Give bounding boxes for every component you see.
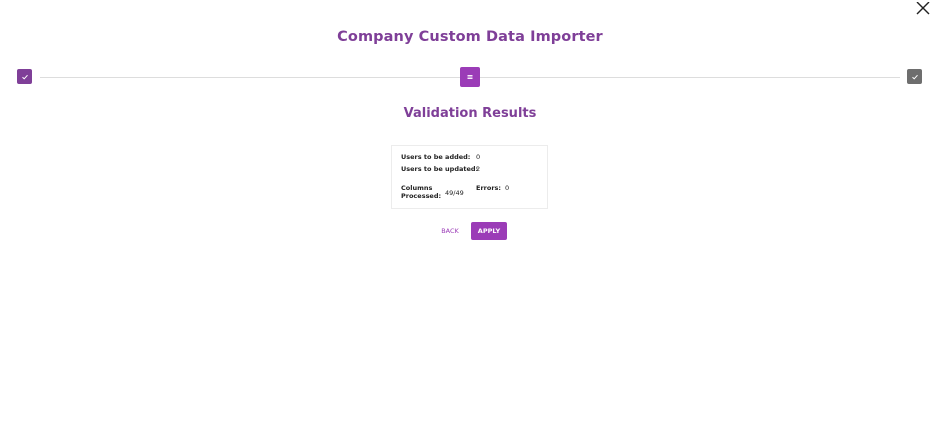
step-1-completed [17,69,32,84]
users-added-label: Users to be added: [401,153,471,161]
back-button[interactable]: BACK [434,225,466,237]
users-added-value: 0 [476,153,481,161]
validation-heading: Validation Results [403,106,537,121]
check-icon [911,74,918,80]
results-card: Users to be added: 0 Users to be updated… [391,145,548,209]
users-updated-value: 2 [476,165,481,173]
step-3-pending [907,69,922,84]
check-icon [21,74,28,80]
list-icon [467,75,473,79]
apply-button[interactable]: APPLY [471,222,507,240]
step-2-current [460,67,480,87]
page-title: Company Custom Data Importer [337,29,603,45]
users-updated-label: Users to be updated: [401,165,479,173]
columns-processed-label: Columns Processed: [401,184,442,200]
errors-label: Errors: [476,184,501,192]
columns-processed-value: 49/49 [445,189,464,197]
importer-page: Company Custom Data Importer Validation … [0,0,940,424]
close-icon[interactable] [914,0,932,15]
errors-value: 0 [505,184,510,192]
